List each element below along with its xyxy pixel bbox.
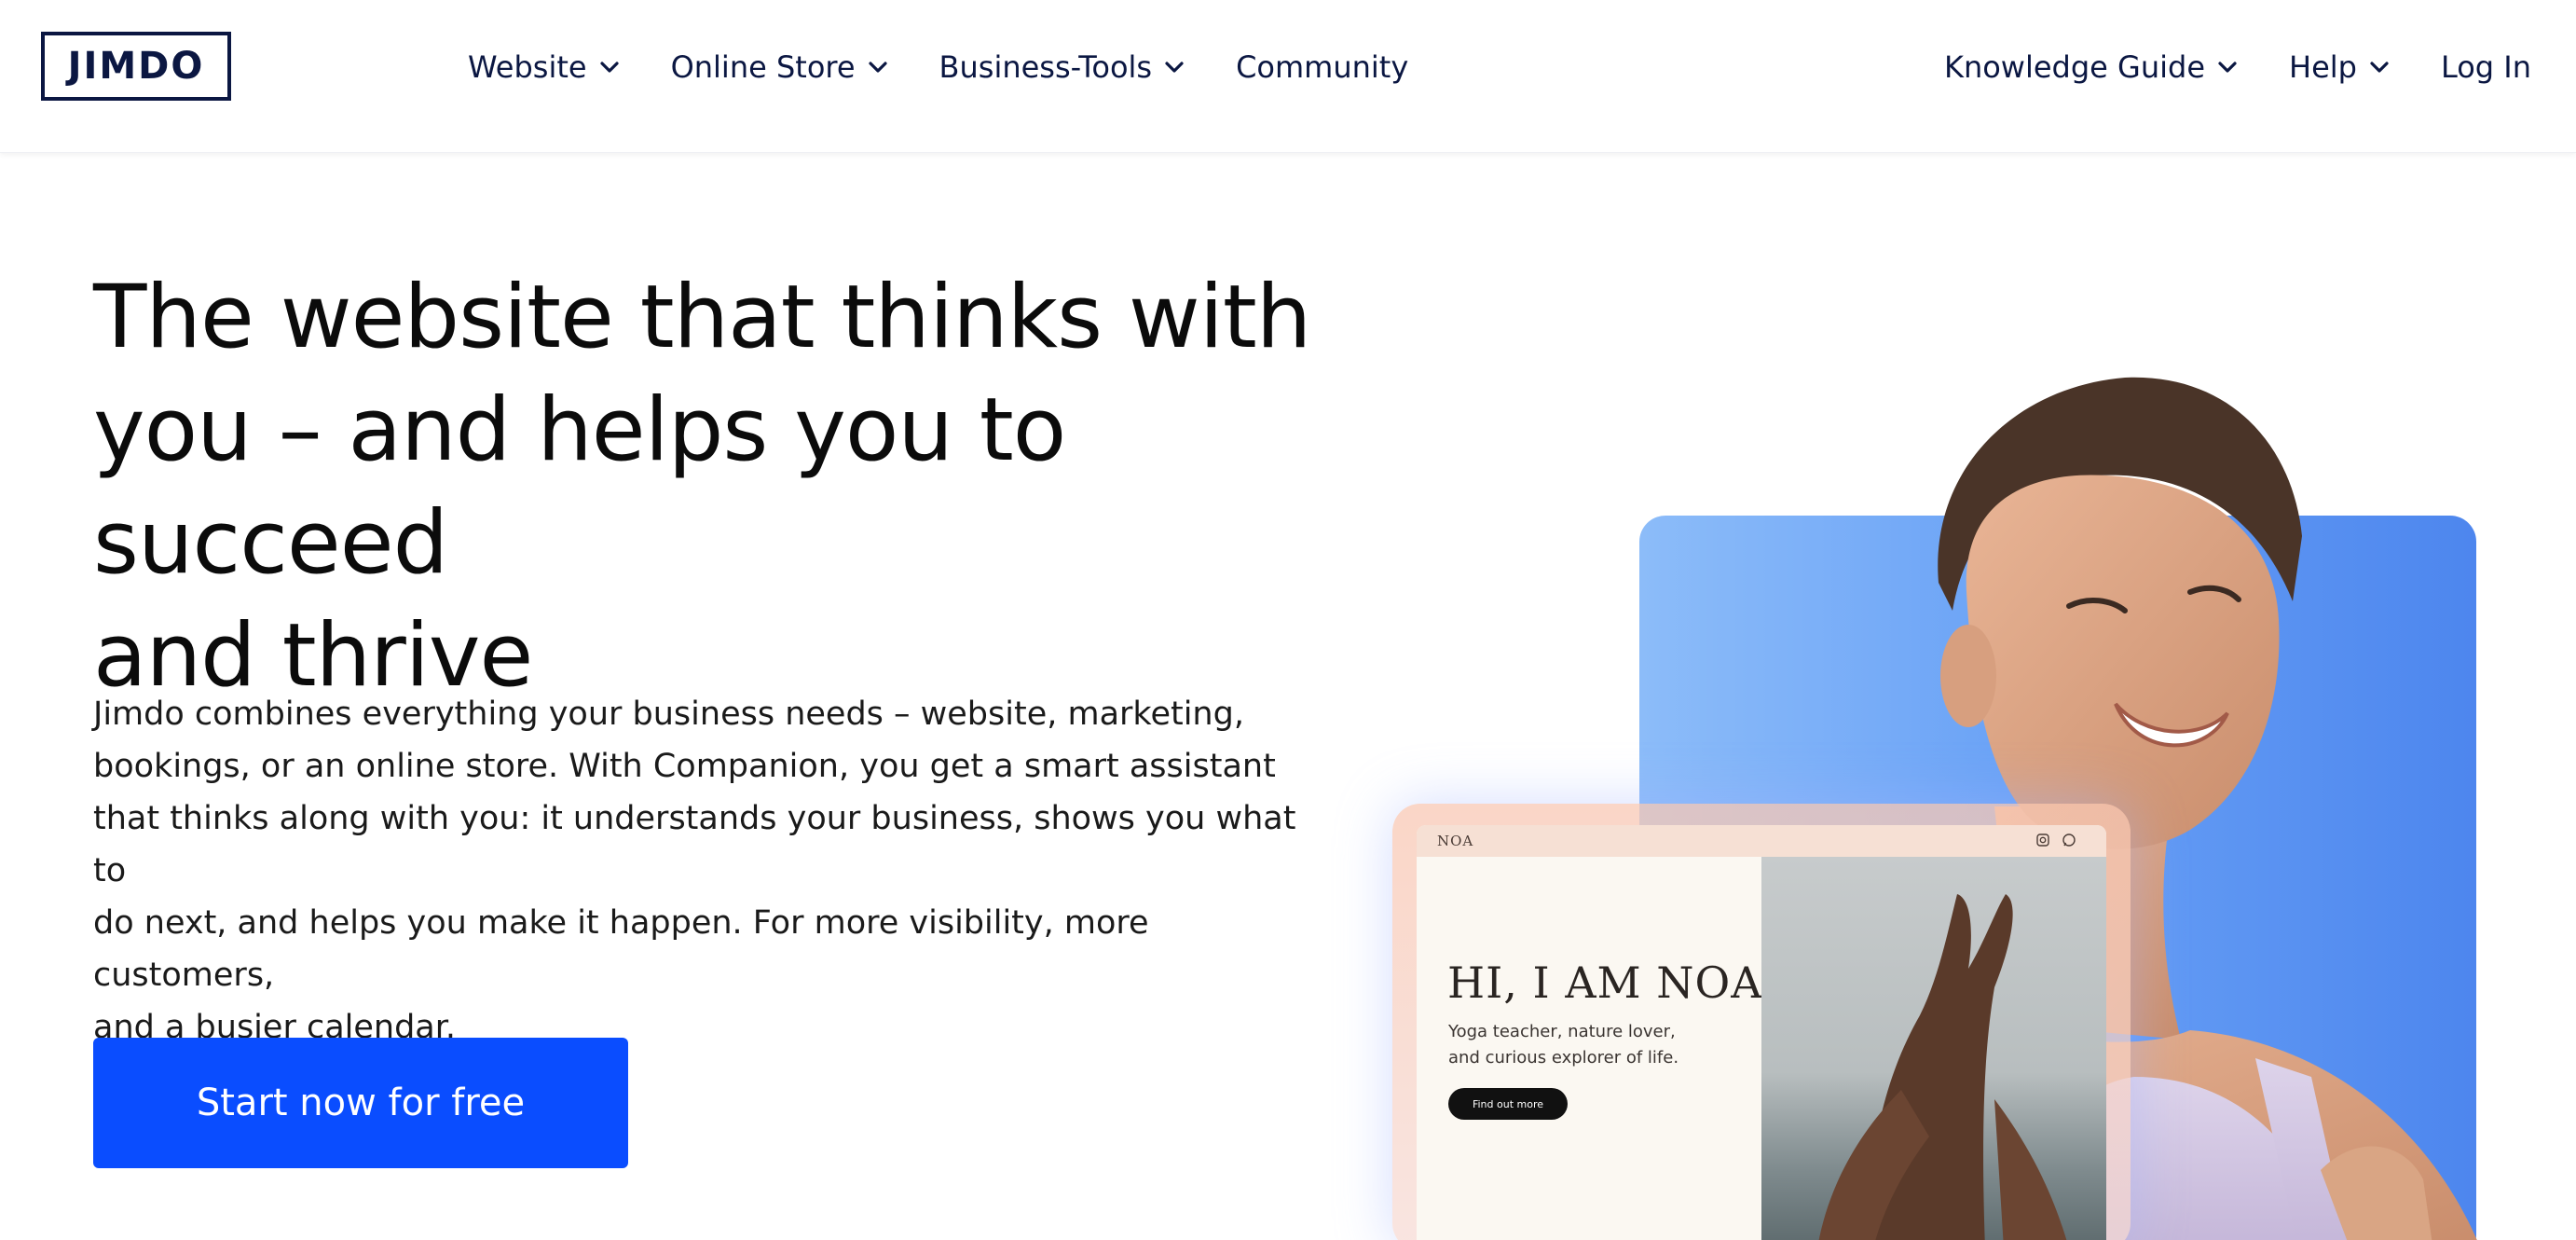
whatsapp-icon (2062, 834, 2076, 847)
nav-item-help[interactable]: Help (2289, 49, 2391, 85)
mockup-brand: NOA (1437, 833, 1474, 849)
yoga-hands-photo (1761, 857, 2106, 1240)
secondary-nav: Knowledge Guide Help Log In (1894, 45, 2531, 90)
site-header: JIMDO Website Online Store Business-Tool… (0, 0, 2576, 153)
nav-item-website[interactable]: Website (468, 49, 621, 85)
chevron-down-icon (1163, 56, 1185, 78)
nav-item-label: Community (1236, 49, 1409, 85)
find-out-more-button[interactable]: Find out more (1448, 1088, 1568, 1120)
nav-item-label: Business-Tools (939, 49, 1153, 85)
mockup-subtitle-line: and curious explorer of life. (1448, 1048, 1679, 1068)
nav-item-community[interactable]: Community (1236, 49, 1408, 85)
website-mockup: NOA HI, I AM NOA Yoga teacher, nature lo… (1417, 825, 2106, 1240)
chevron-down-icon (598, 56, 621, 78)
intro-line: bookings, or an online store. With Compa… (93, 748, 1276, 785)
intro-line: that thinks along with you: it understan… (93, 800, 1296, 889)
mockup-subtitle: Yoga teacher, nature lover, and curious … (1448, 1019, 1747, 1071)
mockup-title: HI, I AM NOA (1447, 958, 1763, 1008)
nav-item-label: Online Store (670, 49, 856, 85)
headline-line: The website that thinks with (93, 267, 1311, 368)
nav-item-business-tools[interactable]: Business-Tools (939, 49, 1186, 85)
intro-line: Jimdo combines everything your business … (93, 696, 1244, 733)
main-nav: Website Online Store Business-Tools Comm… (468, 45, 1459, 90)
mockup-subtitle-line: Yoga teacher, nature lover, (1448, 1022, 1676, 1041)
mockup-header: NOA (1417, 825, 2106, 857)
hero-intro: Jimdo combines everything your business … (93, 688, 1305, 1054)
nav-item-label: Help (2289, 49, 2357, 85)
instagram-icon (2036, 834, 2049, 847)
chevron-down-icon (2216, 56, 2239, 78)
jimdo-logo[interactable]: JIMDO (41, 32, 231, 101)
chevron-down-icon (867, 56, 889, 78)
nav-item-label: Knowledge Guide (1943, 49, 2205, 85)
start-now-button[interactable]: Start now for free (93, 1038, 628, 1168)
headline-line: you – and helps you to succeed (93, 379, 1066, 594)
nav-item-online-store[interactable]: Online Store (671, 49, 889, 85)
nav-item-label: Log In (2440, 49, 2531, 85)
chevron-down-icon (2368, 56, 2391, 78)
intro-line: do next, and helps you make it happen. F… (93, 904, 1149, 994)
nav-item-label: Website (468, 49, 587, 85)
nav-item-knowledge-guide[interactable]: Knowledge Guide (1944, 49, 2239, 85)
hero-headline: The website that thinks with you – and h… (93, 261, 1417, 712)
login-link[interactable]: Log In (2441, 49, 2531, 85)
